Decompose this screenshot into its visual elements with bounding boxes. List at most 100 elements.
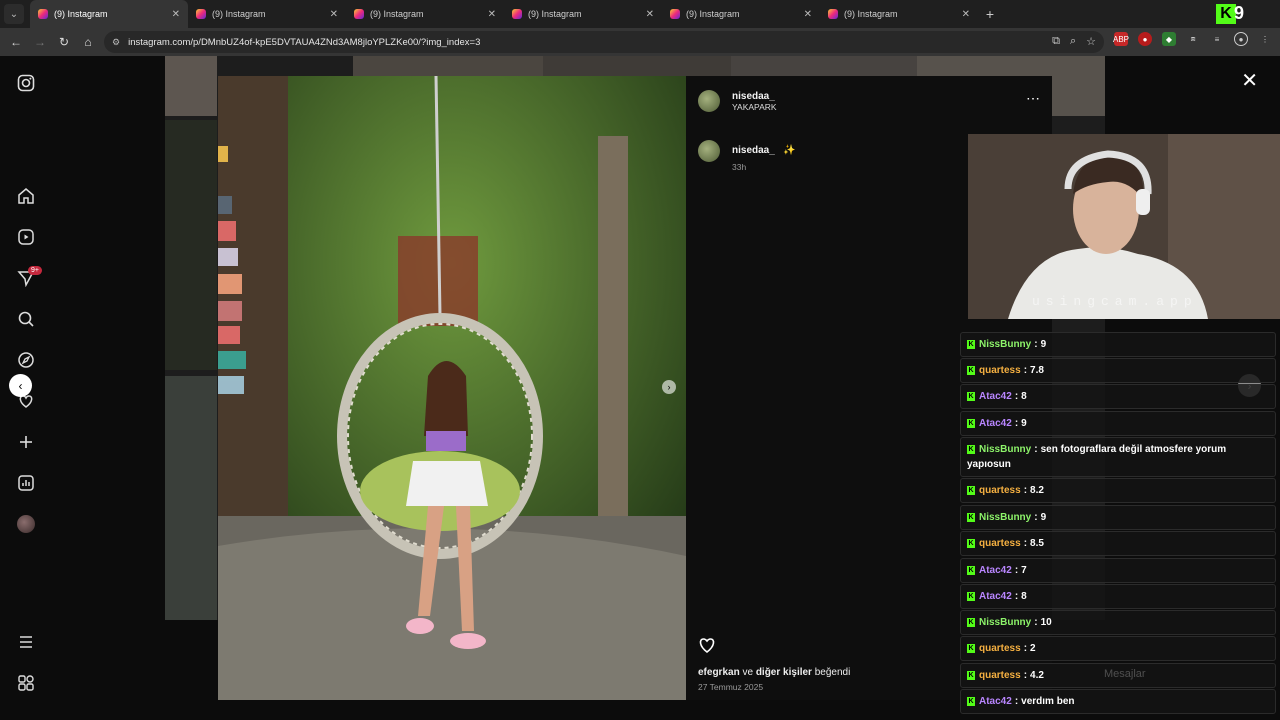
chat-username[interactable]: Atac42 [979, 391, 1012, 402]
tab-4[interactable]: (9) Instagram ✕ [504, 0, 662, 28]
profile-avatar-icon[interactable] [15, 513, 37, 535]
chat-username[interactable]: NissBunny [979, 444, 1031, 455]
tab-search-button[interactable]: ⌄ [4, 4, 24, 24]
chat-separator: : [1014, 591, 1019, 602]
likes-summary: efegrkan ve diğer kişiler beğendi [698, 667, 850, 678]
also-from-meta-icon[interactable] [15, 672, 37, 694]
tab-close-icon[interactable]: ✕ [646, 9, 654, 20]
install-app-icon[interactable]: ⧉ [1052, 35, 1060, 48]
chat-message: K Atac42:9 [960, 411, 1276, 436]
author-avatar[interactable] [698, 90, 720, 112]
tab-title: (9) Instagram [844, 9, 898, 19]
more-options-icon[interactable]: ⋯ [1026, 90, 1040, 107]
home-icon[interactable] [15, 185, 37, 207]
previous-post-button[interactable]: ‹ [9, 374, 32, 397]
streamer-image [968, 134, 1280, 319]
browser-tab-bar: ⌄ (9) Instagram ✕ (9) Instagram ✕ (9) In… [0, 0, 1280, 28]
bookmark-star-icon[interactable]: ☆ [1086, 35, 1096, 48]
reels-icon[interactable] [15, 226, 37, 248]
chat-separator: : [1034, 512, 1038, 523]
browser-toolbar: ← → ↻ ⌂ ⚙ instagram.com/p/DMnbUZ4of-kpE5… [0, 28, 1280, 56]
chat-message: Kquartess:2 [960, 636, 1276, 661]
chat-separator: : [1034, 617, 1038, 628]
kick-badge-icon: K [967, 566, 975, 575]
address-bar[interactable]: ⚙ instagram.com/p/DMnbUZ4of-kpE5DVTAUA4Z… [104, 31, 1104, 53]
like-heart-icon[interactable] [698, 637, 716, 658]
chat-message: K NissBunny:10 [960, 610, 1276, 635]
chat-username[interactable]: Atac42 [979, 696, 1012, 707]
extensions-puzzle-icon[interactable]: ⧈ [1186, 32, 1200, 46]
tab-1[interactable]: (9) Instagram ✕ [30, 0, 188, 28]
tab-close-icon[interactable]: ✕ [330, 9, 338, 20]
shield-extension-icon[interactable]: ◆ [1162, 32, 1176, 46]
kick-badge-icon: K [967, 419, 975, 428]
dashboard-chart-icon[interactable] [15, 472, 37, 494]
kick-badge-icon: K [967, 671, 975, 680]
tab-3[interactable]: (9) Instagram ✕ [346, 0, 504, 28]
chat-text: 9 [1040, 339, 1047, 350]
chat-text: 9 [1040, 512, 1047, 523]
post-location[interactable]: YAKAPARK [732, 102, 777, 112]
new-tab-button[interactable]: + [978, 6, 1002, 22]
tab-close-icon[interactable]: ✕ [488, 9, 496, 20]
more-menu-icon[interactable] [15, 631, 37, 653]
create-plus-icon[interactable] [15, 431, 37, 453]
messages-bar-label[interactable]: Mesajlar [1104, 668, 1146, 680]
kick-badge-icon: K [967, 392, 975, 401]
chat-text: 10 [1040, 617, 1052, 628]
kick-badge-icon: K [967, 340, 975, 349]
tab-close-icon[interactable]: ✕ [962, 9, 970, 20]
chat-username[interactable]: quartess [979, 670, 1021, 681]
kick-badge-icon: K [967, 445, 975, 454]
instagram-logo-icon[interactable] [15, 72, 37, 94]
instagram-favicon-icon [670, 9, 680, 19]
instagram-favicon-icon [354, 9, 364, 19]
browser-menu-icon[interactable]: ⋮ [1258, 32, 1272, 46]
reload-icon[interactable]: ↻ [52, 30, 76, 54]
forward-arrow-icon[interactable]: → [28, 30, 52, 54]
adblock-extension-icon[interactable]: ABP [1113, 32, 1129, 46]
chat-message: Kquartess:8.5 [960, 531, 1276, 556]
chat-separator: : [1014, 391, 1019, 402]
chat-separator: : [1034, 444, 1038, 455]
chat-username[interactable]: quartess [979, 485, 1021, 496]
home-icon[interactable]: ⌂ [76, 30, 100, 54]
red-extension-icon[interactable]: ● [1138, 32, 1152, 46]
chat-username[interactable]: NissBunny [979, 339, 1031, 350]
tab-title: (9) Instagram [686, 9, 740, 19]
chat-username[interactable]: Atac42 [979, 565, 1012, 576]
post-date: 27 Temmuz 2025 [698, 682, 764, 692]
chat-username[interactable]: NissBunny [979, 512, 1031, 523]
tab-6[interactable]: (9) Instagram ✕ [820, 0, 978, 28]
instagram-favicon-icon [196, 9, 206, 19]
zoom-icon[interactable]: ⌕ [1070, 35, 1076, 48]
caption-username[interactable]: nisedaa_ [732, 145, 775, 156]
explore-compass-icon[interactable] [15, 349, 37, 371]
next-image-icon[interactable]: › [662, 380, 676, 394]
likes-user[interactable]: efegrkan [698, 667, 740, 678]
chat-separator: : [1014, 565, 1019, 576]
chat-username[interactable]: Atac42 [979, 591, 1012, 602]
chat-text: 8.5 [1030, 538, 1044, 549]
caption-avatar[interactable] [698, 140, 720, 162]
likes-others[interactable]: diğer kişiler [756, 667, 812, 678]
kick-badge-icon: K [967, 644, 975, 653]
site-info-icon[interactable]: ⚙ [112, 37, 120, 48]
tab-2[interactable]: (9) Instagram ✕ [188, 0, 346, 28]
profile-icon[interactable]: ● [1234, 32, 1248, 46]
chat-username[interactable]: quartess [979, 538, 1021, 549]
media-controls-icon[interactable]: ≡ [1210, 32, 1224, 46]
tab-close-icon[interactable]: ✕ [804, 9, 812, 20]
tab-5[interactable]: (9) Instagram ✕ [662, 0, 820, 28]
chat-username[interactable]: NissBunny [979, 617, 1031, 628]
chat-username[interactable]: Atac42 [979, 418, 1012, 429]
search-icon[interactable] [15, 308, 37, 330]
chat-username[interactable]: quartess [979, 365, 1021, 376]
author-username[interactable]: nisedaa_ [732, 91, 777, 102]
kick-badge-number: 9 [1233, 3, 1244, 23]
back-arrow-icon[interactable]: ← [4, 30, 28, 54]
close-modal-icon[interactable]: ✕ [1241, 68, 1258, 93]
chat-username[interactable]: quartess [979, 643, 1021, 654]
tab-close-icon[interactable]: ✕ [172, 9, 180, 20]
post-photo[interactable] [218, 76, 686, 700]
